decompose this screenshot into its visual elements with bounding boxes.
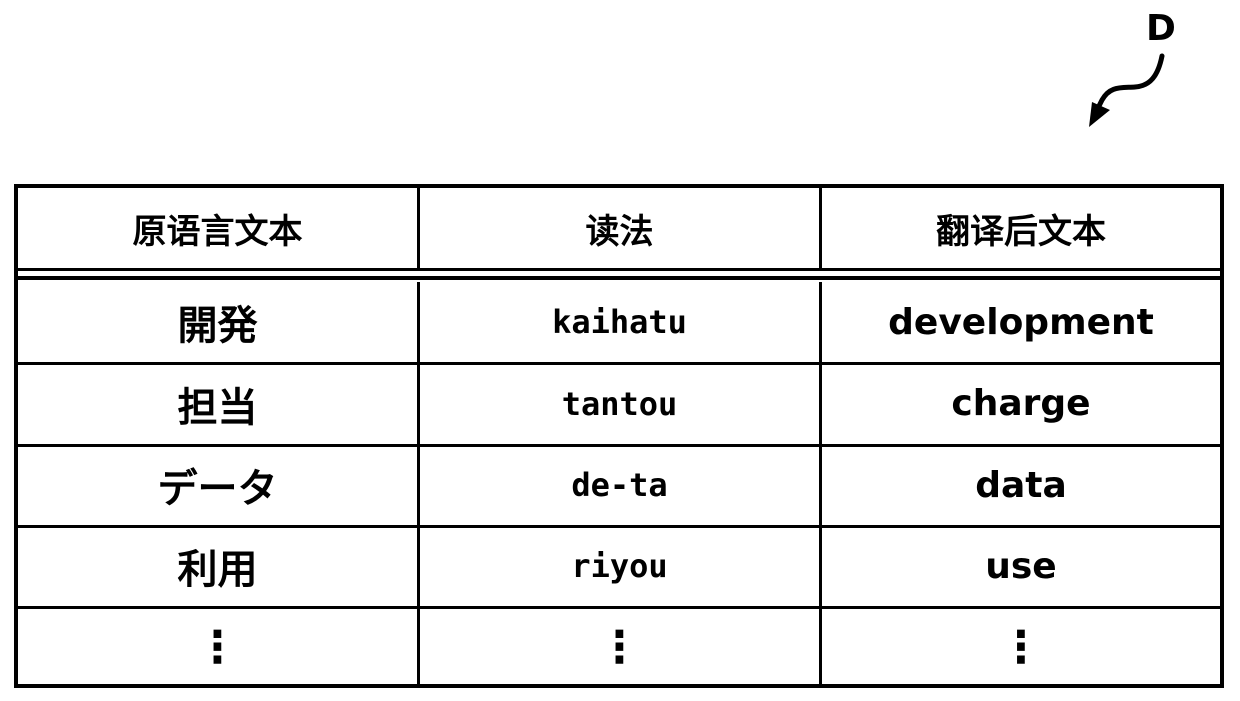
source-cell: データ xyxy=(18,445,420,525)
ellipsis-cell: ⋮ xyxy=(822,607,1220,688)
table-row: データ de-ta data xyxy=(18,445,1220,528)
ellipsis-cell: ⋮ xyxy=(420,607,822,688)
reference-arrow-icon xyxy=(1089,53,1165,127)
figure-label: D xyxy=(1146,8,1176,49)
vertical-ellipsis-icon: ⋮ xyxy=(195,622,240,673)
table-header-row: 原语言文本 读法 翻译后文本 xyxy=(18,188,1220,271)
ellipsis-cell: ⋮ xyxy=(18,607,420,688)
translation-cell: data xyxy=(975,464,1067,506)
translation-cell: charge xyxy=(951,383,1091,424)
table-row: 開発 kaihatu development xyxy=(18,282,1220,365)
vertical-ellipsis-icon: ⋮ xyxy=(597,622,642,673)
translation-cell: use xyxy=(985,545,1057,587)
translation-cell: development xyxy=(888,301,1154,343)
header-double-rule xyxy=(18,276,1220,280)
header-reading: 读法 xyxy=(420,188,822,268)
reading-cell: riyou xyxy=(420,526,822,606)
header-source-text: 原语言文本 xyxy=(18,188,420,268)
header-translated-text: 翻译后文本 xyxy=(936,211,1106,252)
table-row: 利用 riyou use xyxy=(18,526,1220,609)
source-cell: 開発 xyxy=(18,282,420,362)
source-cell: 担当 xyxy=(18,363,420,444)
reading-cell: de-ta xyxy=(420,445,822,525)
vertical-ellipsis-icon: ⋮ xyxy=(999,622,1043,673)
source-cell: 利用 xyxy=(18,526,420,606)
reading-translation-table: 原语言文本 读法 翻译后文本 開発 kaihatu development 担当… xyxy=(14,184,1224,688)
reading-cell: tantou xyxy=(420,363,822,444)
table-row: 担当 tantou charge xyxy=(18,363,1220,447)
reading-cell: kaihatu xyxy=(420,282,822,362)
table-row-continuation: ⋮ ⋮ ⋮ xyxy=(18,607,1220,688)
